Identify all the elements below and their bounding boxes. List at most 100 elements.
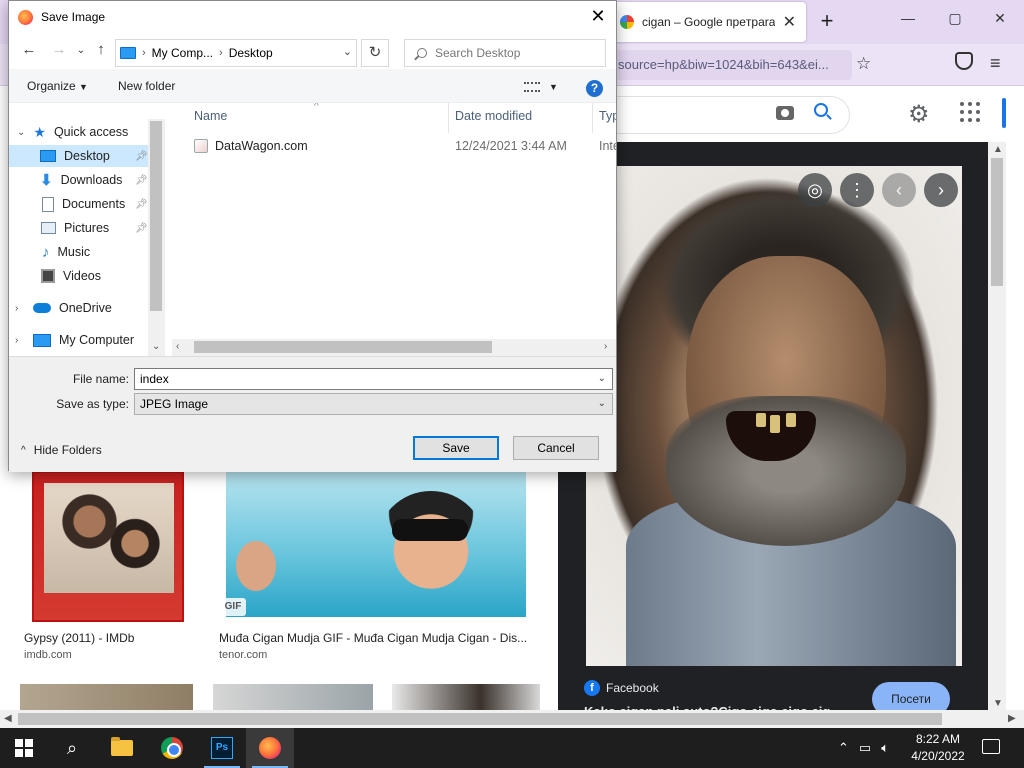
result-thumbnail[interactable] xyxy=(213,684,373,710)
hamburger-menu-icon[interactable]: ≡ xyxy=(990,53,1001,74)
taskbar: ⌕ Ps ⌃ ▭ 🔈︎ 8:22 AM 4/20/2022 xyxy=(0,728,1024,768)
file-row[interactable]: DataWagon.com 12/24/2021 3:44 AM Intern xyxy=(172,135,616,157)
column-header-name[interactable]: Name xyxy=(194,109,227,123)
hide-folders-toggle[interactable]: ^ Hide Folders xyxy=(21,443,102,457)
result-title[interactable]: Gypsy (2011) - IMDb xyxy=(24,631,134,645)
forward-arrow-icon[interactable]: → xyxy=(49,41,69,58)
pin-icon: 📌︎ xyxy=(135,198,148,210)
preview-image[interactable] xyxy=(586,166,962,666)
result-thumbnail[interactable] xyxy=(392,684,540,710)
tree-item-label: Videos xyxy=(63,269,101,283)
scroll-thumb[interactable] xyxy=(18,713,942,725)
dialog-close-button[interactable]: ✕ xyxy=(586,5,610,27)
taskbar-search-button[interactable]: ⌕ xyxy=(48,728,96,768)
help-icon[interactable]: ? xyxy=(586,80,603,97)
organize-label: Organize xyxy=(27,79,76,93)
google-search-box[interactable] xyxy=(600,96,850,134)
network-icon[interactable]: ▭ xyxy=(859,740,871,756)
tree-item-desktop[interactable]: Desktop 📌︎ xyxy=(9,145,148,167)
firefox-button[interactable] xyxy=(246,728,294,768)
result-title[interactable]: Muđa Cigan Mudja GIF - Muđa Cigan Mudja … xyxy=(219,631,549,645)
refresh-button[interactable]: ↻ xyxy=(361,39,389,67)
tree-item-label: Quick access xyxy=(53,125,129,139)
window-close-button[interactable]: ✕ xyxy=(985,10,1015,27)
next-icon[interactable]: › xyxy=(924,173,958,207)
chevron-right-icon[interactable]: › xyxy=(15,335,18,346)
pin-icon: 📌︎ xyxy=(135,174,148,186)
restore-button[interactable]: ▢ xyxy=(940,10,970,27)
account-indicator[interactable] xyxy=(1002,98,1006,128)
chevron-down-icon[interactable]: ⌄ xyxy=(598,394,606,414)
new-folder-button[interactable]: New folder xyxy=(118,79,175,93)
column-header-type[interactable]: Type xyxy=(599,109,616,123)
breadcrumb-item[interactable]: Desktop xyxy=(229,46,273,60)
save-button[interactable]: Save xyxy=(413,436,499,460)
chevron-right-icon[interactable]: › xyxy=(15,303,18,314)
result-thumbnail[interactable] xyxy=(20,684,193,710)
volume-icon[interactable]: 🔈︎ xyxy=(881,740,889,756)
star-icon: ★ xyxy=(33,123,46,140)
address-bar[interactable]: source=hp&biw=1024&bih=643&ei... xyxy=(612,50,852,80)
tree-item-quick-access[interactable]: ⌄ ★ Quick access xyxy=(9,121,148,143)
previous-icon[interactable]: ‹ xyxy=(882,173,916,207)
cancel-button[interactable]: Cancel xyxy=(513,436,599,460)
result-source[interactable]: tenor.com xyxy=(219,649,267,661)
view-options-icon[interactable] xyxy=(524,82,540,92)
start-button[interactable] xyxy=(0,728,48,768)
search-icon[interactable] xyxy=(814,103,828,117)
preview-source[interactable]: f Facebook xyxy=(584,680,659,696)
tree-item-pictures[interactable]: Pictures 📌︎ xyxy=(9,217,148,239)
browser-tab[interactable]: cigan – Google пpeтpara ✕ xyxy=(610,2,806,42)
scroll-thumb[interactable] xyxy=(194,341,492,353)
tree-item-documents[interactable]: Documents 📌︎ xyxy=(9,193,148,215)
result-source[interactable]: imdb.com xyxy=(24,649,72,661)
system-tray[interactable]: ⌃ ▭ 🔈︎ xyxy=(838,728,889,768)
bookmark-star-icon[interactable]: ☆ xyxy=(856,54,871,74)
visual-search-icon[interactable]: ◎ xyxy=(798,173,832,207)
scroll-thumb[interactable] xyxy=(991,158,1003,286)
new-tab-button[interactable]: + xyxy=(815,8,839,34)
tree-item-music[interactable]: ♪ Music xyxy=(9,241,148,263)
scroll-thumb[interactable] xyxy=(150,121,162,311)
chevron-down-icon[interactable]: ⌄ xyxy=(343,45,352,58)
more-options-icon[interactable]: ⋮ xyxy=(840,173,874,207)
apps-grid-icon[interactable] xyxy=(960,102,980,122)
back-arrow-icon[interactable]: ← xyxy=(19,41,39,58)
settings-gear-icon[interactable]: ⚙ xyxy=(908,100,930,129)
breadcrumb[interactable]: › My Comp... › Desktop ⌄ xyxy=(115,39,357,67)
view-dropdown-icon[interactable]: ▼ xyxy=(549,82,558,92)
chevron-down-icon[interactable]: ⌄ xyxy=(598,369,606,389)
tree-item-downloads[interactable]: ⬇ Downloads 📌︎ xyxy=(9,169,148,191)
chevron-down-icon[interactable]: ⌄ xyxy=(17,127,25,138)
file-name-field[interactable]: index ⌄ xyxy=(134,368,613,390)
computer-icon xyxy=(33,333,51,347)
tree-scrollbar[interactable]: ⌄ xyxy=(148,119,165,356)
tree-item-videos[interactable]: Videos xyxy=(9,265,148,287)
camera-icon[interactable] xyxy=(776,106,794,120)
column-header-date[interactable]: Date modified xyxy=(455,109,532,123)
tree-item-label: Downloads xyxy=(60,173,123,187)
result-thumbnail-imdb[interactable] xyxy=(32,471,184,622)
clock[interactable]: 8:22 AM 4/20/2022 xyxy=(905,731,971,765)
photoshop-button[interactable]: Ps xyxy=(198,728,246,768)
minimize-button[interactable]: — xyxy=(893,10,923,26)
search-input[interactable]: Search Desktop xyxy=(404,39,606,67)
chrome-button[interactable] xyxy=(148,728,196,768)
chevron-up-icon[interactable]: ⌃ xyxy=(838,740,849,756)
close-tab-icon[interactable]: ✕ xyxy=(783,12,796,32)
tree-item-onedrive[interactable]: › OneDrive xyxy=(9,297,148,319)
file-explorer-button[interactable] xyxy=(98,728,146,768)
tree-item-my-computer[interactable]: › My Computer xyxy=(9,329,148,351)
page-horizontal-scrollbar[interactable]: ◀ ▶ xyxy=(0,710,1024,728)
file-list-scrollbar[interactable]: ‹ › xyxy=(172,339,616,356)
search-placeholder: Search Desktop xyxy=(435,46,521,60)
pocket-icon[interactable] xyxy=(955,52,973,70)
organize-button[interactable]: Organize ▼ xyxy=(27,79,88,93)
recent-locations-icon[interactable]: ⌄ xyxy=(71,45,91,56)
page-vertical-scrollbar[interactable]: ▲ ▼ xyxy=(988,142,1006,712)
notification-icon[interactable] xyxy=(982,739,1000,754)
save-type-select[interactable]: JPEG Image ⌄ xyxy=(134,393,613,415)
result-thumbnail-tenor[interactable] xyxy=(226,471,526,617)
breadcrumb-item[interactable]: My Comp... xyxy=(152,46,213,60)
up-arrow-icon[interactable]: ↑ xyxy=(91,41,111,58)
